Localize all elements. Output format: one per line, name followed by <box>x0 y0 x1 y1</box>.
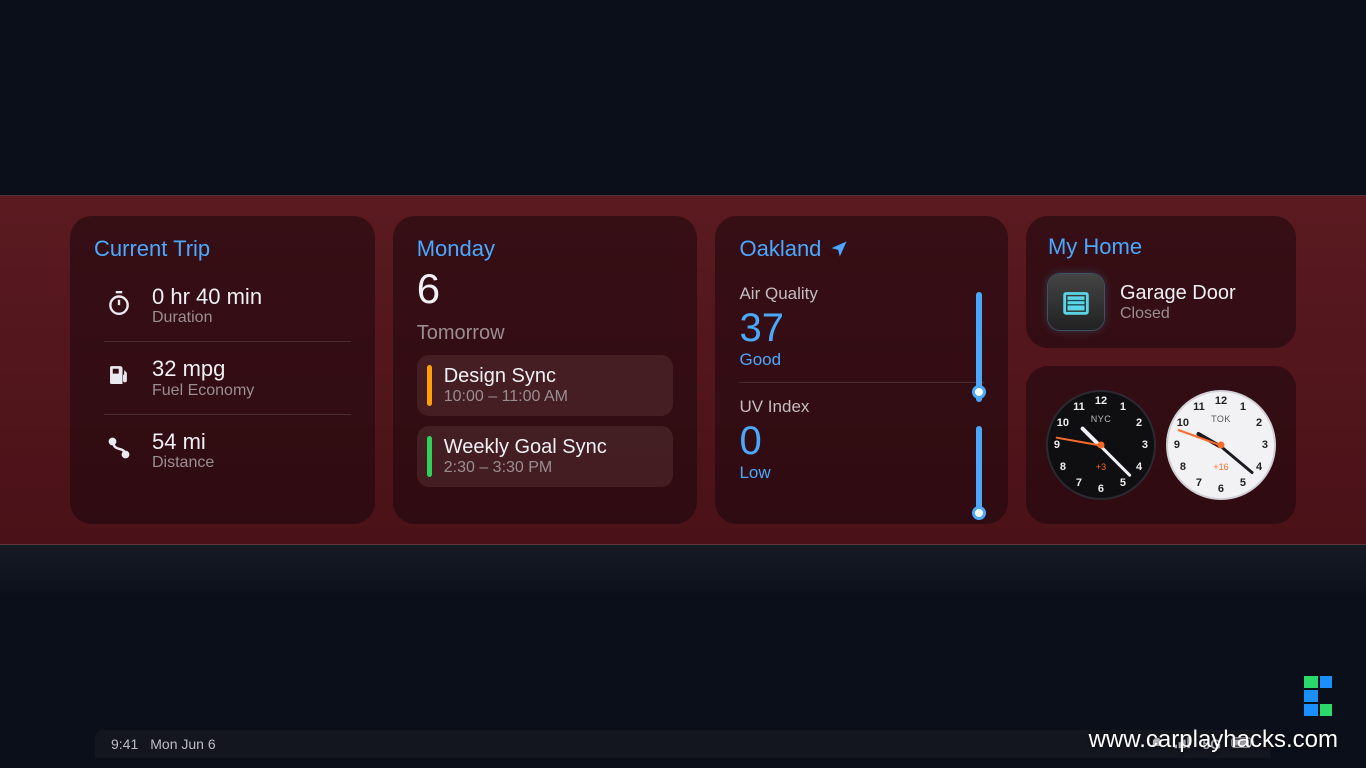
stopwatch-icon <box>104 288 134 318</box>
calendar-event[interactable]: Weekly Goal Sync 2:30 – 3:30 PM <box>417 426 674 487</box>
trip-row-distance: 54 mi Distance <box>104 414 351 486</box>
device-status: Closed <box>1120 305 1236 323</box>
calendar-event[interactable]: Design Sync 10:00 – 11:00 AM <box>417 355 674 416</box>
status-time: 9:41 <box>111 736 138 752</box>
garage-door-icon[interactable] <box>1048 274 1104 330</box>
event-time: 2:30 – 3:30 PM <box>444 459 607 477</box>
calendar-day-name: Monday <box>417 236 674 262</box>
event-title: Weekly Goal Sync <box>444 436 607 459</box>
event-title: Design Sync <box>444 365 568 388</box>
uv-index-gauge <box>976 426 982 516</box>
metric-label: UV Index <box>739 397 984 417</box>
status-date: Mon Jun 6 <box>150 736 215 752</box>
clock-tok: TOK +16 123456789101112 <box>1166 390 1276 500</box>
widget-strip: Current Trip 0 hr 40 min Duration 32 mpg… <box>0 195 1366 545</box>
reflection-gradient <box>0 545 1366 600</box>
weather-widget[interactable]: Oakland Air Quality 37 Good UV Index 0 L… <box>715 216 1008 524</box>
metric-label: Air Quality <box>739 284 984 304</box>
location-name: Oakland <box>739 236 821 262</box>
weather-location: Oakland <box>739 236 984 262</box>
air-quality-desc: Good <box>739 350 984 370</box>
trip-distance-label: Distance <box>152 454 214 472</box>
trip-title: Current Trip <box>94 236 351 262</box>
fuel-pump-icon <box>104 360 134 390</box>
home-title: My Home <box>1048 234 1274 260</box>
uv-index-desc: Low <box>739 463 984 483</box>
trip-distance-value: 54 mi <box>152 429 214 454</box>
location-arrow-icon <box>829 239 849 259</box>
event-time: 10:00 – 11:00 AM <box>444 388 568 406</box>
route-icon <box>104 433 134 463</box>
home-widget[interactable]: My Home Garage Door Closed <box>1026 216 1296 348</box>
watermark-text: www.carplayhacks.com <box>1089 726 1338 754</box>
trip-row-fuel: 32 mpg Fuel Economy <box>104 341 351 413</box>
uv-index-block: UV Index 0 Low <box>739 382 984 495</box>
uv-index-value: 0 <box>739 419 984 463</box>
clock-city: TOK <box>1211 414 1231 424</box>
clock-city: NYC <box>1091 414 1112 424</box>
calendar-widget[interactable]: Monday 6 Tomorrow Design Sync 10:00 – 11… <box>393 216 698 524</box>
trip-row-duration: 0 hr 40 min Duration <box>104 270 351 341</box>
world-clock-widget[interactable]: NYC +3 123456789101112 TOK +16 123456789… <box>1026 366 1296 524</box>
trip-fuel-label: Fuel Economy <box>152 382 254 400</box>
air-quality-block: Air Quality 37 Good <box>739 270 984 382</box>
trip-fuel-value: 32 mpg <box>152 356 254 381</box>
device-name: Garage Door <box>1120 282 1236 305</box>
tomorrow-label: Tomorrow <box>417 322 674 345</box>
clock-offset: +16 <box>1213 462 1228 472</box>
site-logo-icon <box>1294 672 1340 718</box>
trip-widget[interactable]: Current Trip 0 hr 40 min Duration 32 mpg… <box>70 216 375 524</box>
calendar-day-number: 6 <box>417 268 674 310</box>
air-quality-value: 37 <box>739 306 984 350</box>
trip-duration-value: 0 hr 40 min <box>152 284 262 309</box>
air-quality-gauge <box>976 292 982 402</box>
event-color-bar <box>427 436 432 477</box>
trip-duration-label: Duration <box>152 309 262 327</box>
event-color-bar <box>427 365 432 406</box>
clock-offset: +3 <box>1096 462 1106 472</box>
clock-nyc: NYC +3 123456789101112 <box>1046 390 1156 500</box>
